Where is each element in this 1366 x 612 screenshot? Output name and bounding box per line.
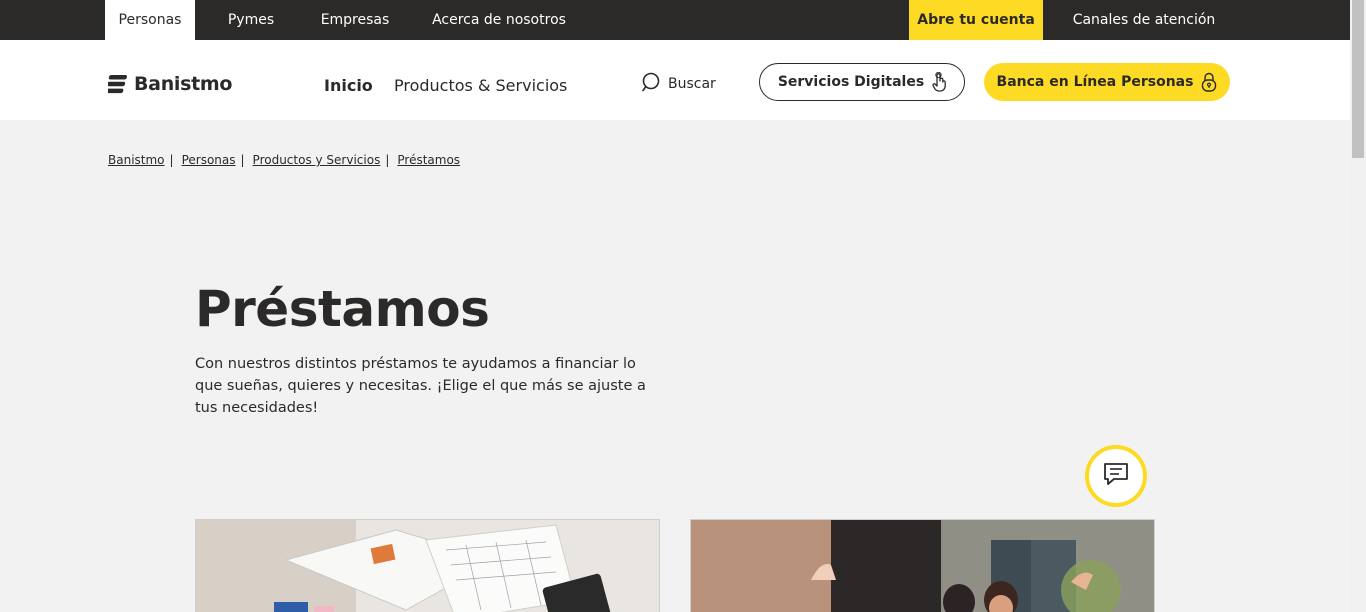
breadcrumb-prestamos[interactable]: Préstamos xyxy=(397,153,460,167)
online-banking-label: Banca en Línea Personas xyxy=(996,74,1194,90)
hand-pointer-icon xyxy=(932,72,947,92)
breadcrumb-banistmo[interactable]: Banistmo xyxy=(108,153,165,167)
lock-icon xyxy=(1201,72,1217,92)
loan-card-image-housing[interactable] xyxy=(195,519,660,612)
family-photo xyxy=(691,520,1154,612)
breadcrumb: Banistmo | Personas | Productos y Servic… xyxy=(108,153,460,167)
open-account-button[interactable]: Abre tu cuenta xyxy=(909,0,1043,40)
contact-channels-link[interactable]: Canales de atención xyxy=(1063,0,1225,40)
tab-personas[interactable]: Personas xyxy=(105,0,195,40)
search-label: Buscar xyxy=(668,76,716,92)
chat-icon xyxy=(1102,460,1130,492)
breadcrumb-personas[interactable]: Personas xyxy=(182,153,236,167)
breadcrumb-separator: | xyxy=(169,153,174,167)
nav-inicio[interactable]: Inicio xyxy=(324,76,373,95)
tab-pymes[interactable]: Pymes xyxy=(214,0,288,40)
nav-productos-servicios[interactable]: Productos & Servicios xyxy=(394,76,567,95)
main-header: Banistmo Inicio Productos & Servicios Bu… xyxy=(0,40,1350,120)
blueprints-photo xyxy=(196,520,659,612)
logo-mark-icon xyxy=(108,73,130,95)
search-icon xyxy=(642,72,662,96)
top-bar: Personas Pymes Empresas Acerca de nosotr… xyxy=(0,0,1350,40)
breadcrumb-separator: | xyxy=(385,153,390,167)
logo-text: Banistmo xyxy=(134,73,233,95)
page-intro: Con nuestros distintos préstamos te ayud… xyxy=(195,356,646,416)
breadcrumb-productos-servicios[interactable]: Productos y Servicios xyxy=(253,153,381,167)
page-title: Préstamos xyxy=(195,280,490,338)
scrollbar-thumb[interactable] xyxy=(1352,0,1364,158)
loan-card-image-family[interactable] xyxy=(690,519,1155,612)
tab-empresas[interactable]: Empresas xyxy=(308,0,402,40)
tab-acerca-de-nosotros[interactable]: Acerca de nosotros xyxy=(424,0,574,40)
digital-services-label: Servicios Digitales xyxy=(777,74,925,90)
digital-services-button[interactable]: Servicios Digitales xyxy=(759,63,965,101)
breadcrumb-separator: | xyxy=(240,153,245,167)
banistmo-logo[interactable]: Banistmo xyxy=(108,73,232,95)
online-banking-button[interactable]: Banca en Línea Personas xyxy=(984,63,1230,101)
page-scrollbar[interactable] xyxy=(1350,0,1366,612)
search-button[interactable]: Buscar xyxy=(642,72,716,96)
chat-button[interactable] xyxy=(1085,445,1147,507)
